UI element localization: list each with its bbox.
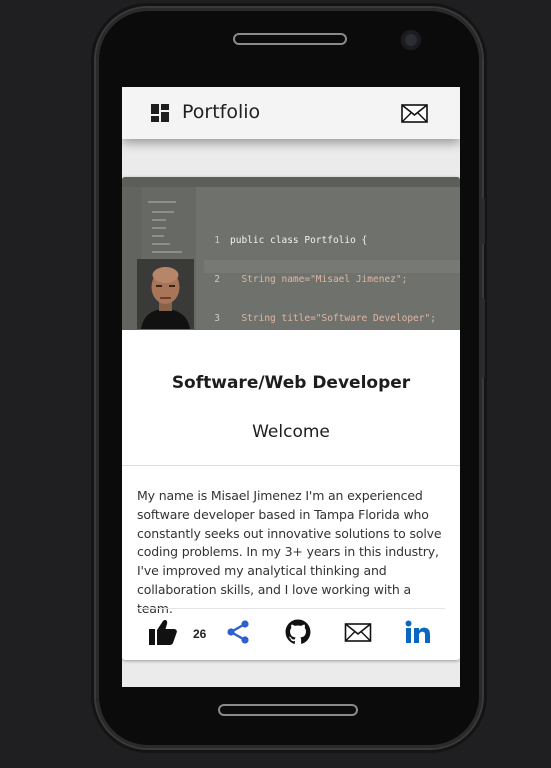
bottom-speaker xyxy=(218,704,358,716)
github-button[interactable] xyxy=(284,617,312,647)
code-line-2: 2 String name="Misael Jimenez"; xyxy=(214,274,408,285)
divider xyxy=(137,608,445,609)
welcome-heading: Welcome xyxy=(252,422,330,442)
github-icon xyxy=(285,619,311,644)
role-heading: Software/Web Developer xyxy=(171,373,411,393)
power-button xyxy=(481,298,485,378)
like-count: 26 xyxy=(193,627,207,641)
app-bar: Portfolio xyxy=(122,87,460,139)
volume-button xyxy=(481,198,485,244)
code-line-1: 1 public class Portfolio { xyxy=(214,235,368,246)
thumbs-up-icon xyxy=(149,620,177,645)
mail-icon[interactable] xyxy=(401,104,428,123)
hero-image: 1 public class Portfolio { 2 String name=… xyxy=(122,177,460,330)
divider xyxy=(122,465,460,466)
dashboard-icon[interactable] xyxy=(151,104,169,122)
phone-screen: Portfolio 1 public class Portfolio {2 S… xyxy=(122,87,460,687)
action-bar: 26 xyxy=(122,617,460,653)
share-icon xyxy=(227,620,249,644)
code-snippet: 1 public class Portfolio { 2 String name=… xyxy=(204,208,436,330)
like-button[interactable] xyxy=(148,617,178,647)
profile-photo xyxy=(137,259,194,329)
app-title[interactable]: Portfolio xyxy=(182,101,260,123)
editor-menubar xyxy=(122,177,460,187)
bio-text: My name is Misael Jimenez I'm an experie… xyxy=(137,488,442,616)
person-portrait xyxy=(137,259,194,329)
code-line-3: 3 String title="Software Developer"; xyxy=(214,313,436,324)
profile-card: 1 public class Portfolio { 2 String name=… xyxy=(122,177,460,660)
share-button[interactable] xyxy=(224,617,252,647)
linkedin-icon xyxy=(405,620,430,643)
email-button[interactable] xyxy=(342,617,374,647)
earpiece-speaker xyxy=(233,33,347,45)
linkedin-button[interactable] xyxy=(403,617,433,647)
front-camera xyxy=(401,30,421,50)
mail-icon xyxy=(344,622,372,642)
